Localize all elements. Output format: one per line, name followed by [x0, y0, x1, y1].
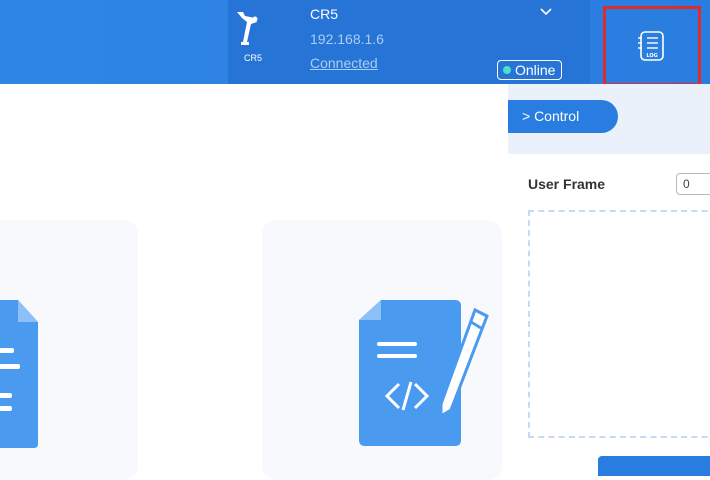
status-badge-label: Online — [515, 62, 556, 78]
document-icon — [0, 300, 38, 448]
control-header: > Control — [508, 84, 710, 154]
log-icon-text: LOG — [646, 53, 657, 59]
right-panel: > Control User Frame 0 — [508, 84, 710, 476]
robot-name: CR5 — [310, 6, 339, 22]
bottom-action-button[interactable] — [598, 456, 710, 476]
robot-ip: 192.168.1.6 — [310, 31, 384, 47]
user-frame-label: User Frame — [528, 176, 606, 192]
user-frame-select[interactable]: 0 — [676, 173, 710, 195]
code-document-icon — [359, 300, 489, 446]
robot-arm-icon — [237, 12, 258, 45]
robot-selector[interactable]: CR5 CR5 192.168.1.6 Connected Online — [228, 0, 590, 84]
online-dot-icon — [503, 66, 511, 74]
log-button[interactable]: LOG — [603, 6, 701, 86]
status-badge: Online — [497, 60, 563, 80]
chevron-down-icon[interactable] — [538, 4, 554, 20]
robot-model-caption: CR5 — [244, 53, 263, 63]
drop-zone[interactable] — [528, 210, 710, 438]
log-icon: LOG — [638, 31, 664, 61]
top-bar: CR5 CR5 192.168.1.6 Connected Online LOG — [0, 0, 710, 86]
control-tab[interactable]: > Control — [508, 100, 618, 133]
connection-link[interactable]: Connected — [310, 55, 378, 71]
